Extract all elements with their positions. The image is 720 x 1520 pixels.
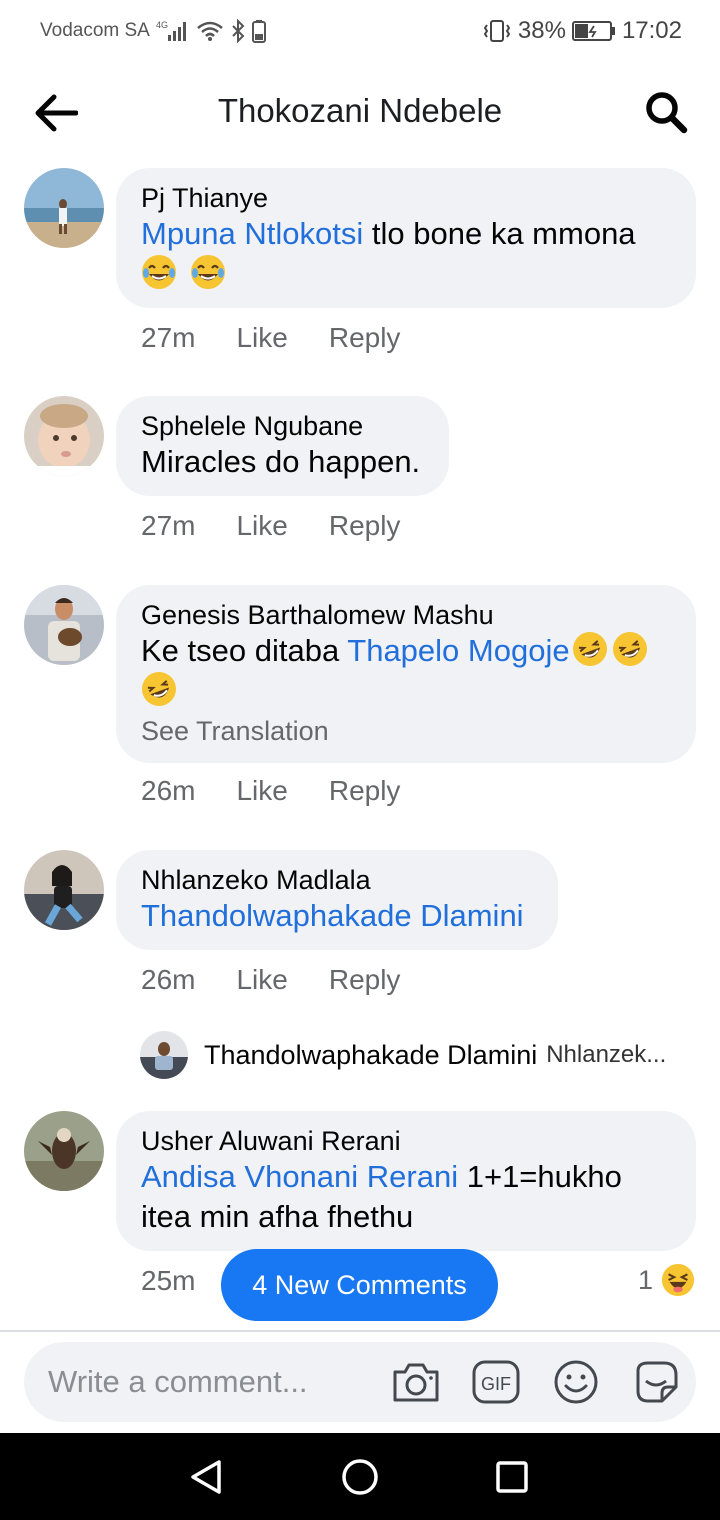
status-right: 38% 17:02 [482, 17, 682, 45]
reply-preview[interactable]: Thandolwaphakade Dlamini Nhlanzek... [140, 1030, 700, 1080]
comment-text: Ke tseo ditaba Thapelo Mogoje [141, 631, 670, 671]
comment-actions: 27m Like Reply [141, 510, 400, 542]
carrier-name: Vodacom SA [40, 20, 150, 41]
back-triangle-icon [191, 1460, 221, 1494]
wifi-icon [196, 20, 224, 42]
nav-back-button[interactable] [182, 1453, 230, 1501]
avatar [140, 1031, 188, 1079]
network-badge: 4G [156, 20, 168, 30]
nav-home-button[interactable] [336, 1453, 384, 1501]
reply-snippet: Nhlanzek... [546, 1041, 667, 1068]
joy-emoji-icon [190, 255, 225, 289]
like-button[interactable]: Like [236, 510, 287, 542]
signal-icon: 4G [156, 20, 190, 42]
battery-small-icon [251, 19, 266, 43]
comment-input[interactable] [48, 1360, 378, 1404]
sticker-button[interactable] [630, 1356, 682, 1408]
comment-actions: 25m [141, 1265, 195, 1297]
gif-icon: GIF [472, 1360, 520, 1404]
comment-actions: 26m Like Reply [141, 964, 400, 996]
bluetooth-icon [230, 19, 246, 43]
see-translation-link[interactable]: See Translation [141, 713, 670, 749]
reply-button[interactable]: Reply [329, 322, 401, 354]
comment-composer: GIF [24, 1342, 696, 1422]
avatar[interactable] [24, 585, 104, 665]
comment-bubble[interactable]: Usher Aluwani Rerani Andisa Vhonani Rera… [116, 1111, 696, 1251]
comment-body: Ke tseo ditaba [141, 633, 348, 668]
comment-author[interactable]: Genesis Barthalomew Mashu [141, 599, 670, 631]
comment-time: 26m [141, 775, 196, 806]
emoji-button[interactable] [550, 1356, 602, 1408]
like-button[interactable]: Like [236, 322, 287, 354]
camera-icon [393, 1363, 439, 1402]
clock-time: 17:02 [621, 17, 682, 44]
comment-body: tlo bone ka mmona [363, 216, 636, 251]
comment-bubble[interactable]: Nhlanzeko Madlala Thandolwaphakade Dlami… [116, 850, 558, 950]
app-header: Thokozani Ndebele [0, 62, 720, 162]
avatar[interactable] [24, 168, 104, 248]
search-button[interactable] [642, 88, 690, 136]
comment-time: 27m [141, 322, 196, 353]
mention-link[interactable]: Mpuna Ntlokotsi [141, 216, 363, 251]
rofl-emoji-icon [142, 672, 176, 706]
comment-author[interactable]: Sphelele Ngubane [141, 410, 423, 442]
svg-text:GIF: GIF [481, 1374, 511, 1394]
avatar[interactable] [24, 1111, 104, 1191]
new-comments-button[interactable]: 4 New Comments [221, 1249, 498, 1321]
comment-author[interactable]: Nhlanzeko Madlala [141, 864, 532, 896]
divider [0, 1330, 720, 1332]
comment-time: 27m [141, 510, 196, 541]
battery-percent: 38% [517, 17, 566, 44]
gif-button[interactable]: GIF [470, 1356, 522, 1408]
comment-author[interactable]: Pj Thianye [141, 182, 670, 214]
comment-body: 1+1=hukho [458, 1159, 622, 1194]
reply-button[interactable]: Reply [329, 775, 401, 807]
comment-text: Andisa Vhonani Rerani 1+1=hukho [141, 1157, 670, 1197]
comment-bubble[interactable]: Pj Thianye Mpuna Ntlokotsi tlo bone ka m… [116, 168, 696, 308]
comment-actions: 26m Like Reply [141, 775, 400, 807]
emoji-row [141, 254, 670, 294]
haha-emoji-icon [661, 1263, 695, 1297]
comment-text-line2: itea min afha fhethu [141, 1199, 414, 1234]
avatar[interactable] [24, 850, 104, 930]
emoji-row [141, 671, 670, 711]
camera-button[interactable] [390, 1356, 442, 1408]
comment-bubble[interactable]: Sphelele Ngubane Miracles do happen. [116, 396, 449, 496]
reply-author: Thandolwaphakade Dlamini [204, 1039, 538, 1070]
comment-author[interactable]: Usher Aluwani Rerani [141, 1125, 670, 1157]
reaction-count[interactable]: 1 [638, 1263, 695, 1297]
mention-link[interactable]: Thandolwaphakade Dlamini [141, 898, 524, 933]
joy-emoji-icon [142, 255, 176, 289]
rofl-emoji-icon [572, 632, 607, 666]
status-bar: Vodacom SA 4G 38% 17:02 [0, 0, 720, 62]
vibrate-icon [482, 19, 512, 43]
home-circle-icon [342, 1459, 378, 1495]
reply-button[interactable]: Reply [329, 510, 401, 542]
status-left: Vodacom SA 4G [40, 19, 266, 43]
search-icon [646, 92, 688, 134]
system-nav-bar [0, 1433, 720, 1520]
like-button[interactable]: Like [236, 775, 287, 807]
rofl-emoji-icon [612, 632, 647, 666]
page-title: Thokozani Ndebele [217, 92, 503, 129]
battery-charging-icon [571, 20, 616, 42]
like-button[interactable]: Like [236, 964, 287, 996]
reaction-number: 1 [638, 1264, 654, 1295]
comment-text: Miracles do happen. [141, 444, 421, 479]
mention-link[interactable]: Andisa Vhonani Rerani [141, 1159, 458, 1194]
sticker-icon [636, 1361, 678, 1403]
comment-text: Mpuna Ntlokotsi tlo bone ka mmona [141, 214, 670, 254]
avatar[interactable] [24, 396, 104, 476]
smiley-icon [554, 1360, 598, 1404]
mention-link[interactable]: Thapelo Mogoje [347, 633, 569, 668]
nav-recents-button[interactable] [488, 1453, 536, 1501]
comment-bubble[interactable]: Genesis Barthalomew Mashu Ke tseo ditaba… [116, 585, 696, 763]
recents-square-icon [496, 1461, 528, 1493]
comment-actions: 27m Like Reply [141, 322, 400, 354]
comment-time: 26m [141, 964, 196, 995]
comment-text: Thandolwaphakade Dlamini [141, 896, 532, 936]
reply-button[interactable]: Reply [329, 964, 401, 996]
comment-time: 25m [141, 1265, 196, 1296]
